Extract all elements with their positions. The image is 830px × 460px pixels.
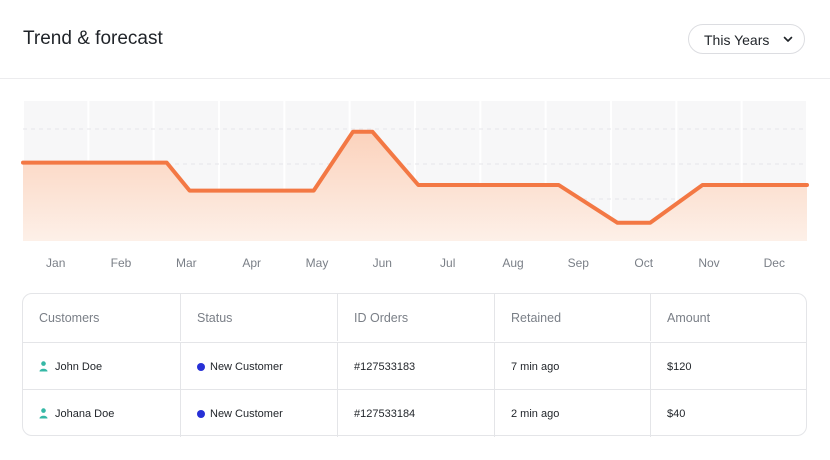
x-axis-label-jan: Jan — [46, 256, 65, 270]
person-icon — [39, 361, 48, 372]
status-dot — [197, 362, 205, 371]
x-axis-label-oct: Oct — [634, 256, 653, 270]
status-cell: New Customer — [180, 390, 337, 437]
x-axis-label-nov: Nov — [698, 256, 719, 270]
customer-name: John Doe — [55, 360, 103, 373]
order-id-cell: #127533184 — [337, 390, 494, 437]
column-header-id-orders[interactable]: ID Orders — [337, 294, 494, 341]
column-header-retained[interactable]: Retained — [494, 294, 650, 341]
customers-table: Customers Status ID Orders Retained Amou… — [22, 293, 807, 437]
person-icon — [39, 408, 48, 419]
column-header-customers[interactable]: Customers — [23, 294, 180, 341]
status-cell: New Customer — [180, 343, 337, 390]
table-row[interactable]: Johana Doe New Customer #127533184 2 min… — [23, 389, 806, 437]
retained-cell: 7 min ago — [494, 343, 650, 390]
x-axis-label-mar: Mar — [176, 256, 197, 270]
amount-cell: $40 — [650, 390, 806, 437]
amount-cell: $120 — [650, 343, 806, 390]
table-header-row: Customers Status ID Orders Retained Amou… — [23, 294, 806, 341]
x-axis-label-dec: Dec — [764, 256, 785, 270]
customer-cell: Johana Doe — [23, 390, 180, 437]
x-axis-label-jun: Jun — [373, 256, 392, 270]
column-header-amount[interactable]: Amount — [650, 294, 806, 341]
x-axis-label-aug: Aug — [502, 256, 523, 270]
customer-cell: John Doe — [23, 343, 180, 390]
status-dot — [197, 409, 205, 418]
x-axis-label-sep: Sep — [568, 256, 590, 270]
customer-name: Johana Doe — [55, 407, 115, 420]
x-axis-label-apr: Apr — [242, 256, 261, 270]
column-header-status[interactable]: Status — [180, 294, 337, 341]
status-label: New Customer — [210, 360, 283, 373]
x-axis-label-may: May — [306, 256, 329, 270]
trend-chart: Jan Feb Mar Apr May Jun Jul Aug Sep Oct Nov Dec — [21, 101, 809, 270]
status-label: New Customer — [210, 407, 283, 420]
retained-cell: 2 min ago — [494, 390, 650, 437]
table-row[interactable]: John Doe New Customer #127533183 7 min a… — [23, 342, 806, 390]
order-id-cell: #127533183 — [337, 343, 494, 390]
x-axis-label-jul: Jul — [440, 256, 455, 270]
x-axis-label-feb: Feb — [111, 256, 132, 270]
